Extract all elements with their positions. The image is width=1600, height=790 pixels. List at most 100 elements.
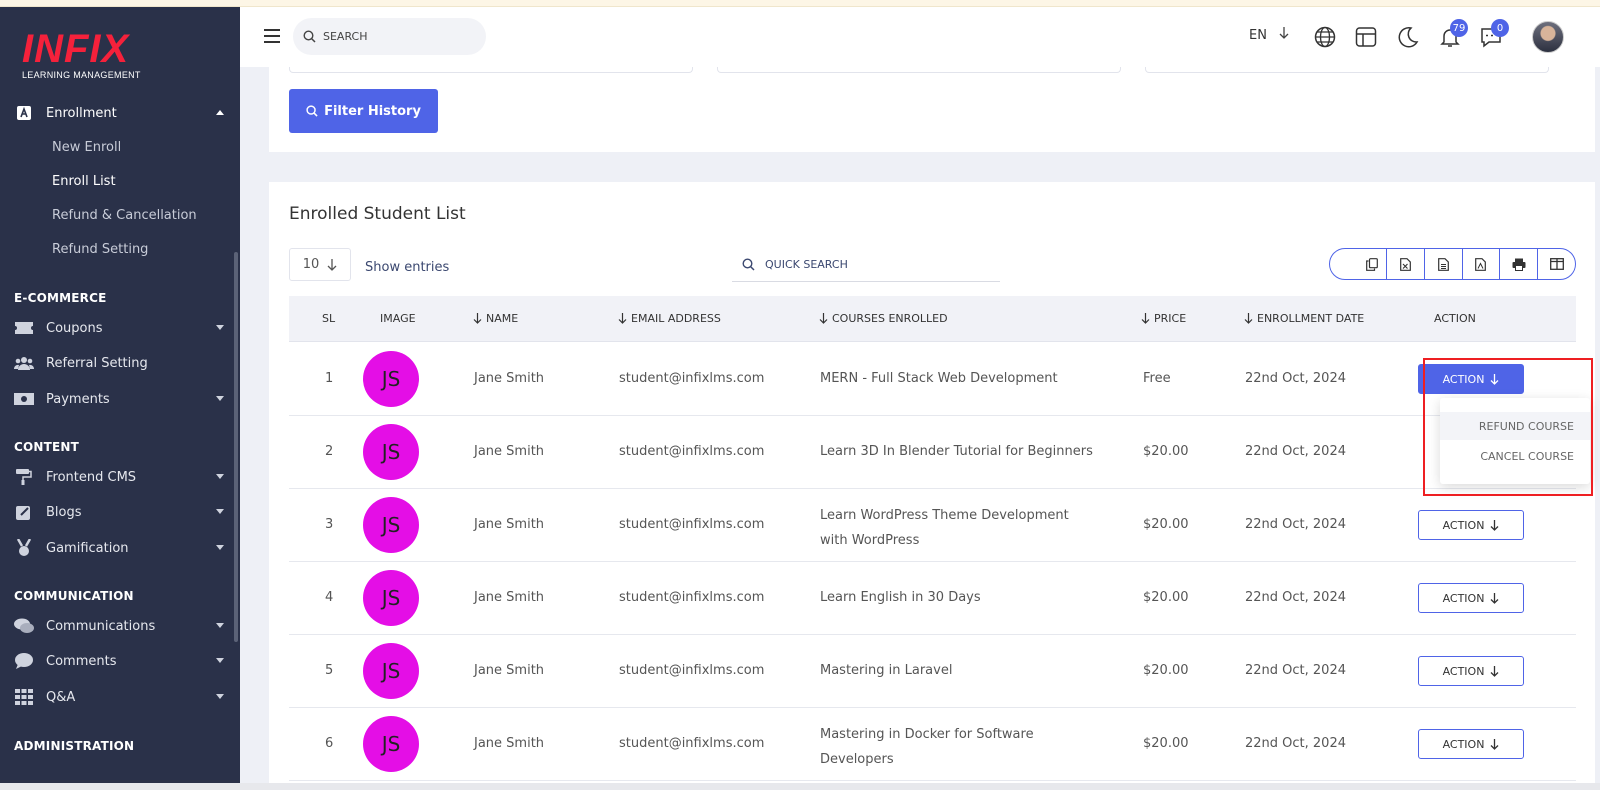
arrow-down-icon [1490, 665, 1499, 677]
filter-history-button[interactable]: Filter History [289, 89, 438, 133]
sidebar-item-coupons[interactable]: Coupons [14, 317, 224, 339]
cell-date: 22nd Oct, 2024 [1245, 590, 1346, 605]
logo[interactable]: INFIX LEARNING MANAGEMENT [22, 29, 141, 80]
sidebar: INFIX LEARNING MANAGEMENT Enrollment New… [0, 7, 240, 783]
cell-email: student@infixlms.com [619, 590, 765, 605]
col-sl[interactable]: SL [322, 312, 335, 325]
filter-card: Filter History [269, 67, 1595, 152]
search-box [293, 18, 486, 55]
sidebar-item-referral[interactable]: Referral Setting [14, 352, 224, 374]
sidebar-subitem-new-enroll[interactable]: New Enroll [52, 140, 121, 155]
action-button[interactable]: ACTION [1418, 583, 1524, 613]
filter-field-1[interactable] [289, 67, 693, 73]
sidebar-item-blogs[interactable]: Blogs [14, 501, 224, 523]
col-enrollment-date[interactable]: ENROLLMENT DATE [1244, 312, 1364, 325]
sidebar-subitem-refund-setting[interactable]: Refund Setting [52, 242, 148, 257]
student-avatar: JS [363, 497, 419, 553]
arrow-down-icon [1490, 738, 1499, 750]
chevron-down-icon [216, 545, 224, 550]
sidebar-item-label: Payments [46, 391, 110, 407]
csv-button[interactable] [1425, 249, 1463, 279]
language-label: EN [1249, 28, 1267, 43]
cell-sl: 4 [325, 590, 334, 605]
cell-name: Jane Smith [474, 590, 545, 605]
search-input[interactable] [323, 30, 473, 43]
sidebar-item-enrollment[interactable]: Enrollment [14, 102, 224, 124]
excel-icon [1399, 257, 1411, 271]
action-button[interactable]: ACTION [1418, 510, 1524, 540]
cancel-course-option[interactable]: CANCEL COURSE [1440, 442, 1590, 470]
section-ecommerce: E-COMMERCE [14, 291, 107, 305]
sidebar-item-payments[interactable]: Payments [14, 388, 224, 410]
chevron-up-icon [216, 110, 224, 115]
excel-button[interactable] [1387, 249, 1425, 279]
menu-icon[interactable] [264, 29, 280, 47]
csv-icon [1437, 257, 1449, 271]
sidebar-scrollbar[interactable] [234, 252, 238, 642]
globe-icon[interactable] [1313, 25, 1337, 49]
student-avatar: JS [363, 424, 419, 480]
action-button[interactable]: ACTION [1418, 729, 1524, 759]
arrow-down-icon [1490, 519, 1499, 531]
medal-icon [14, 539, 34, 556]
sidebar-subitem-refund-cancellation[interactable]: Refund & Cancellation [52, 208, 197, 223]
quick-search-input[interactable] [765, 258, 985, 271]
users-icon [14, 355, 34, 371]
cell-date: 22nd Oct, 2024 [1245, 371, 1346, 386]
col-action: ACTION [1434, 312, 1476, 325]
paint-roller-icon [14, 469, 34, 485]
chevron-down-icon [216, 509, 224, 514]
table-row: 4 JS Jane Smith student@infixlms.com Lea… [289, 562, 1576, 635]
col-name[interactable]: NAME [473, 312, 518, 325]
cell-name: Jane Smith [474, 736, 545, 751]
columns-icon [1549, 258, 1564, 270]
sidebar-item-communications[interactable]: Communications [14, 615, 224, 637]
cell-email: student@infixlms.com [619, 736, 765, 751]
copy-button[interactable] [1330, 249, 1387, 279]
user-avatar[interactable] [1532, 21, 1564, 53]
table-row: 6 JS Jane Smith student@infixlms.com Mas… [289, 708, 1576, 781]
cell-name: Jane Smith [474, 517, 545, 532]
chevron-down-icon [216, 694, 224, 699]
chevron-down-icon [216, 325, 224, 330]
print-button[interactable] [1500, 249, 1539, 279]
edit-icon [14, 504, 34, 520]
arrow-down-icon [1490, 373, 1499, 385]
language-selector[interactable]: EN [1249, 27, 1289, 43]
action-dropdown-menu: REFUND COURSE CANCEL COURSE [1440, 398, 1590, 484]
filter-field-2[interactable] [717, 67, 1121, 73]
moon-icon[interactable] [1396, 25, 1420, 49]
sidebar-item-label: Gamification [46, 540, 129, 556]
refund-course-option[interactable]: REFUND COURSE [1440, 412, 1590, 440]
cell-price: $20.00 [1143, 663, 1189, 678]
sidebar-item-gamification[interactable]: Gamification [14, 537, 224, 559]
cell-course: Learn 3D In Blender Tutorial for Beginne… [820, 444, 1093, 459]
action-button[interactable]: ACTION [1418, 364, 1524, 394]
section-communication: COMMUNICATION [14, 589, 134, 603]
filter-field-3[interactable] [1145, 67, 1549, 73]
cell-name: Jane Smith [474, 444, 545, 459]
chevron-down-icon [216, 396, 224, 401]
column-visibility-button[interactable] [1538, 249, 1575, 279]
action-button[interactable]: ACTION [1418, 656, 1524, 686]
layout-icon[interactable] [1354, 25, 1378, 49]
chevron-down-icon [216, 474, 224, 479]
cell-price: $20.00 [1143, 444, 1189, 459]
arrow-down-icon [1490, 592, 1499, 604]
entries-select[interactable]: 10 [289, 248, 351, 281]
cell-date: 22nd Oct, 2024 [1245, 517, 1346, 532]
col-email[interactable]: EMAIL ADDRESS [618, 312, 721, 325]
col-price[interactable]: PRICE [1141, 312, 1186, 325]
sort-icon [1141, 313, 1150, 324]
section-administration: ADMINISTRATION [14, 739, 135, 753]
sidebar-item-label: Communications [46, 618, 156, 634]
sidebar-item-comments[interactable]: Comments [14, 650, 224, 672]
sidebar-item-qa[interactable]: Q&A [14, 686, 224, 708]
pdf-button[interactable] [1463, 249, 1501, 279]
cell-price: $20.00 [1143, 590, 1189, 605]
sort-icon [618, 313, 627, 324]
sidebar-item-frontend-cms[interactable]: Frontend CMS [14, 466, 224, 488]
student-avatar: JS [363, 643, 419, 699]
sidebar-subitem-enroll-list[interactable]: Enroll List [52, 174, 116, 189]
col-courses[interactable]: COURSES ENROLLED [819, 312, 948, 325]
